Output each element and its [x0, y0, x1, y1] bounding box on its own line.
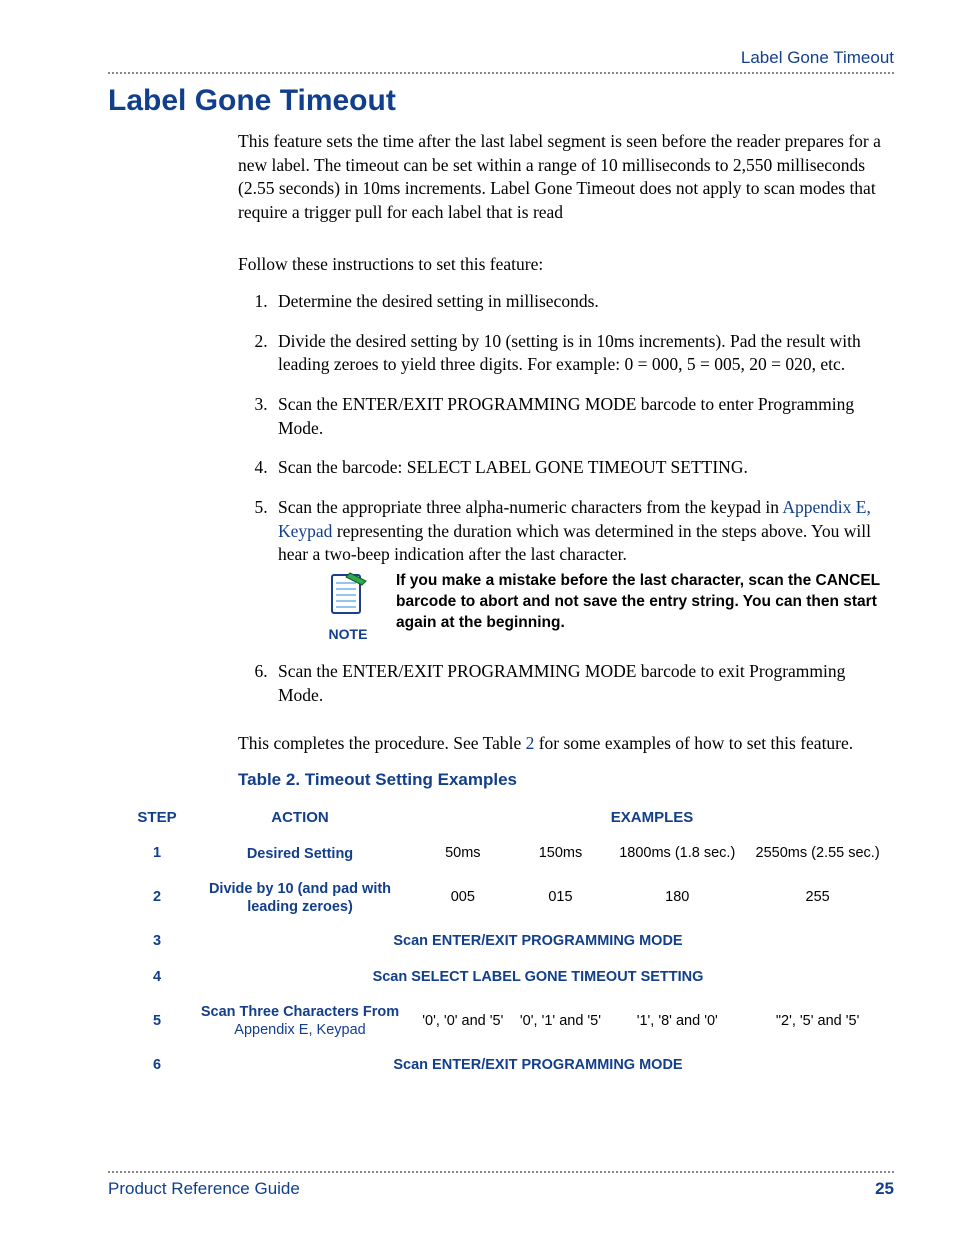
- cell-step: 3: [128, 924, 186, 960]
- note-text: If you make a mistake before the last ch…: [396, 571, 890, 634]
- col-step: STEP: [128, 800, 186, 836]
- step-1: Determine the desired setting in millise…: [272, 290, 890, 314]
- header-divider: [108, 72, 894, 74]
- table-row: 5 Scan Three Characters From Appendix E,…: [128, 995, 890, 1047]
- cell-val: '0', '0' and '5': [414, 995, 512, 1047]
- table-row: 3 Scan ENTER/EXIT PROGRAMMING MODE: [128, 924, 890, 960]
- step-5-text-b: representing the duration which was dete…: [278, 521, 871, 565]
- cell-val: 255: [745, 872, 890, 924]
- cell-action: Scan Three Characters From Appendix E, K…: [186, 995, 414, 1047]
- cell-val: 1800ms (1.8 sec.): [609, 836, 745, 872]
- footer-title: Product Reference Guide: [108, 1179, 300, 1199]
- step-2: Divide the desired setting by 10 (settin…: [272, 330, 890, 377]
- page-footer: Product Reference Guide 25: [108, 1167, 894, 1199]
- follow-paragraph: Follow these instructions to set this fe…: [238, 253, 890, 277]
- cell-val: 150ms: [512, 836, 610, 872]
- cell-action: Desired Setting: [186, 836, 414, 872]
- col-examples: EXAMPLES: [414, 800, 890, 836]
- intro-paragraph: This feature sets the time after the las…: [238, 130, 890, 225]
- table-row: 4 Scan SELECT LABEL GONE TIMEOUT SETTING: [128, 960, 890, 996]
- cell-action: Divide by 10 (and pad with leading zeroe…: [186, 872, 414, 924]
- cell-span: Scan ENTER/EXIT PROGRAMMING MODE: [186, 924, 890, 960]
- running-header: Label Gone Timeout: [108, 48, 894, 68]
- step-6: Scan the ENTER/EXIT PROGRAMMING MODE bar…: [272, 660, 890, 707]
- cell-span: Scan ENTER/EXIT PROGRAMMING MODE: [186, 1048, 890, 1084]
- cell-step: 2: [128, 872, 186, 924]
- section-title: Label Gone Timeout: [108, 84, 894, 118]
- cell-step: 5: [128, 995, 186, 1047]
- cell-val: 50ms: [414, 836, 512, 872]
- cell-step: 4: [128, 960, 186, 996]
- examples-table: STEP ACTION EXAMPLES 1 Desired Setting 5…: [128, 800, 890, 1083]
- closing-b: for some examples of how to set this fea…: [534, 733, 853, 753]
- table-row: 6 Scan ENTER/EXIT PROGRAMMING MODE: [128, 1048, 890, 1084]
- step-4: Scan the barcode: SELECT LABEL GONE TIME…: [272, 456, 890, 480]
- footer-divider: [108, 1171, 894, 1173]
- table-row: 2 Divide by 10 (and pad with leading zer…: [128, 872, 890, 924]
- closing-paragraph: This completes the procedure. See Table …: [238, 732, 890, 756]
- page-number: 25: [875, 1179, 894, 1199]
- note-icon: [328, 571, 368, 617]
- cell-val: 015: [512, 872, 610, 924]
- cell-val: '1', '8' and '0': [609, 995, 745, 1047]
- cell-action-a: Scan Three Characters From: [201, 1004, 399, 1020]
- cell-val: "2', '5' and '5': [745, 995, 890, 1047]
- instruction-list: Determine the desired setting in millise…: [238, 290, 890, 707]
- table-row: 1 Desired Setting 50ms 150ms 1800ms (1.8…: [128, 836, 890, 872]
- cell-step: 1: [128, 836, 186, 872]
- cell-step: 6: [128, 1048, 186, 1084]
- appendix-link[interactable]: Appendix E, Keypad: [234, 1022, 365, 1038]
- cell-val: 2550ms (2.55 sec.): [745, 836, 890, 872]
- col-action: ACTION: [186, 800, 414, 836]
- cell-val: 005: [414, 872, 512, 924]
- step-5: Scan the appropriate three alpha-numeric…: [272, 496, 890, 644]
- table-caption: Table 2. Timeout Setting Examples: [238, 769, 890, 792]
- note-block: NOTE If you make a mistake before the la…: [318, 571, 890, 645]
- step-5-text-a: Scan the appropriate three alpha-numeric…: [278, 497, 782, 517]
- note-label: NOTE: [318, 625, 378, 644]
- step-3: Scan the ENTER/EXIT PROGRAMMING MODE bar…: [272, 393, 890, 440]
- cell-val: 180: [609, 872, 745, 924]
- closing-a: This completes the procedure. See Table: [238, 733, 526, 753]
- cell-val: '0', '1' and '5': [512, 995, 610, 1047]
- cell-span: Scan SELECT LABEL GONE TIMEOUT SETTING: [186, 960, 890, 996]
